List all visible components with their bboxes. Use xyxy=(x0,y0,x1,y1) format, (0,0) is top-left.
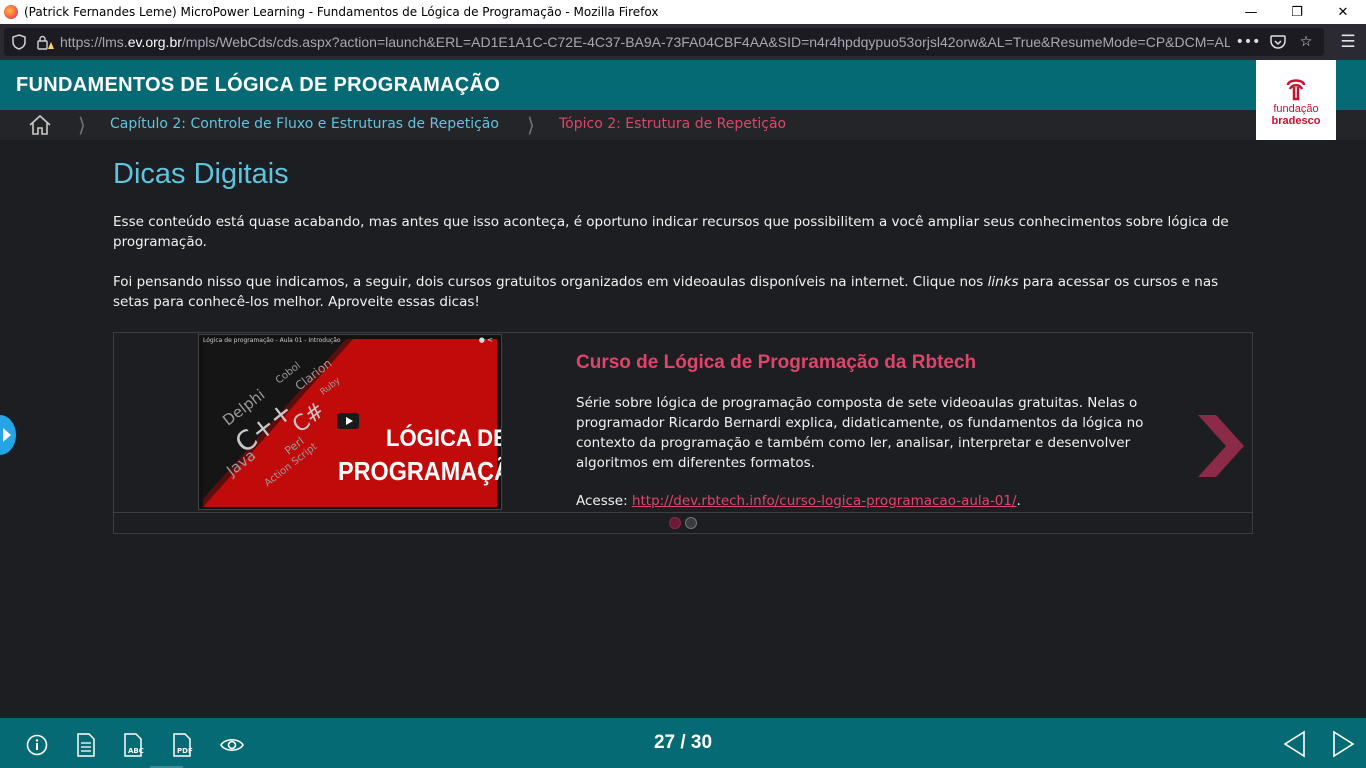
svg-text:PDF: PDF xyxy=(177,747,193,755)
browser-nav-bar: https://lms.ev.org.br/mpls/WebCds/cds.as… xyxy=(0,24,1366,60)
bradesco-tree-icon xyxy=(1286,79,1306,101)
course-header: FUNDAMENTOS DE LÓGICA DE PROGRAMAÇÃO xyxy=(0,60,1366,110)
breadcrumb-separator-icon: ⟩ xyxy=(78,113,86,137)
page-title: Dicas Digitais xyxy=(113,158,289,190)
course-name: Curso de Lógica de Programação da Rbtech xyxy=(576,352,977,373)
video-title-line2: PROGRAMAÇÃO xyxy=(338,456,501,486)
next-page-arrow-icon[interactable] xyxy=(1330,730,1356,758)
course-carousel: Java C++ Delphi C# Cobol Clarion Perl Ac… xyxy=(113,332,1253,534)
page-counter: 27 / 30 xyxy=(653,732,713,753)
play-button-icon[interactable] xyxy=(337,413,359,429)
fundacao-bradesco-logo: fundação bradesco xyxy=(1256,60,1336,140)
video-title-line1: LÓGICA DE xyxy=(386,425,502,452)
browser-title-bar: (Patrick Fernandes Leme) MicroPower Lear… xyxy=(0,0,1366,24)
document-icon[interactable] xyxy=(74,733,98,757)
share-icon[interactable]: ● < xyxy=(479,336,493,344)
firefox-logo-icon xyxy=(4,5,18,19)
course-description: Série sobre lógica de programação compos… xyxy=(576,395,1144,471)
video-thumbnail[interactable]: Java C++ Delphi C# Cobol Clarion Perl Ac… xyxy=(198,334,502,510)
restore-icon[interactable]: ❐ xyxy=(1274,0,1320,24)
breadcrumb: ⟩ Capítulo 2: Controle de Fluxo e Estrut… xyxy=(0,110,1366,140)
carousel-pagination xyxy=(669,517,697,529)
logo-text-line2: bradesco xyxy=(1271,115,1321,127)
carousel-dot-2[interactable] xyxy=(685,517,697,529)
side-panel-toggle-icon[interactable] xyxy=(0,415,16,455)
close-icon[interactable]: ✕ xyxy=(1320,0,1366,24)
instructions-paragraph: Foi pensando nisso que indicamos, a segu… xyxy=(113,274,1219,310)
course-footer: ABC PDF 27 / 30 xyxy=(0,718,1366,768)
course-title: FUNDAMENTOS DE LÓGICA DE PROGRAMAÇÃO xyxy=(16,74,501,96)
carousel-next-arrow-icon[interactable] xyxy=(1194,411,1246,481)
lock-warning-icon[interactable] xyxy=(34,31,56,53)
video-caption: Lógica de programação - Aula 01 - Introd… xyxy=(203,337,341,344)
star-icon[interactable]: ☆ xyxy=(1294,31,1318,53)
url-field[interactable]: https://lms.ev.org.br/mpls/WebCds/cds.as… xyxy=(4,28,1324,56)
course-access: Acesse: http://dev.rbtech.info/curso-log… xyxy=(576,493,1021,509)
hamburger-menu-icon[interactable]: ☰ xyxy=(1338,32,1358,52)
info-icon[interactable] xyxy=(25,733,49,757)
minimize-icon[interactable]: — xyxy=(1228,0,1274,24)
carousel-dot-1[interactable] xyxy=(669,517,681,529)
glossary-abc-icon[interactable]: ABC xyxy=(122,733,146,757)
intro-paragraph: Esse conteúdo está quase acabando, mas a… xyxy=(113,214,1229,250)
window-title: (Patrick Fernandes Leme) MicroPower Lear… xyxy=(24,5,659,19)
carousel-divider xyxy=(114,512,1252,513)
shield-icon[interactable] xyxy=(8,31,30,53)
logo-text-line1: fundação xyxy=(1273,103,1319,115)
pdf-icon[interactable]: PDF xyxy=(171,733,195,757)
breadcrumb-topic[interactable]: Tópico 2: Estrutura de Repetição xyxy=(559,116,786,132)
course-link[interactable]: http://dev.rbtech.info/curso-logica-prog… xyxy=(632,493,1017,509)
home-icon[interactable] xyxy=(28,114,52,136)
url-text[interactable]: https://lms.ev.org.br/mpls/WebCds/cds.as… xyxy=(60,34,1230,50)
previous-page-arrow-icon[interactable] xyxy=(1282,730,1308,758)
pocket-icon[interactable] xyxy=(1266,31,1290,53)
breadcrumb-chapter[interactable]: Capítulo 2: Controle de Fluxo e Estrutur… xyxy=(110,116,499,132)
eye-icon[interactable] xyxy=(220,733,244,757)
svg-text:ABC: ABC xyxy=(128,747,144,755)
more-dots-icon[interactable]: ••• xyxy=(1236,31,1261,53)
breadcrumb-separator-icon: ⟩ xyxy=(527,113,535,137)
